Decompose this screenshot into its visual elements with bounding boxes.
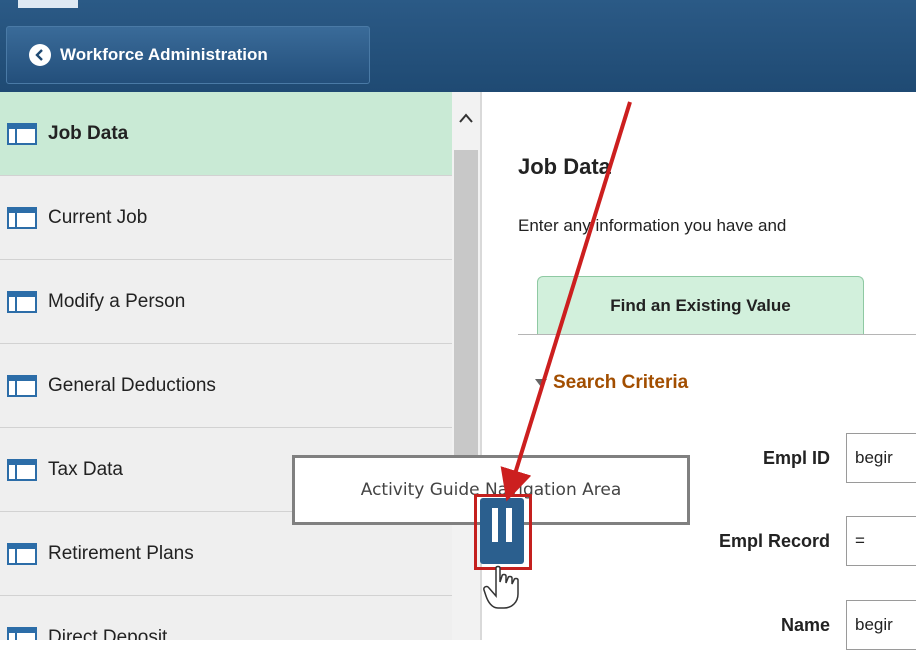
- page-icon: [7, 290, 37, 313]
- page-title: Job Data: [518, 154, 611, 179]
- page-icon: [7, 542, 37, 565]
- name-input[interactable]: [846, 600, 916, 650]
- page-icon: [7, 458, 37, 481]
- activity-guide-navigation: Job Data Current Job Modify a Person Gen…: [0, 92, 482, 640]
- highlight-box: [474, 494, 532, 570]
- nav-item-label: Job Data: [48, 122, 129, 144]
- triangle-down-icon: [535, 379, 547, 387]
- empl-record-input[interactable]: [846, 516, 916, 566]
- nav-item-label: Tax Data: [48, 458, 123, 480]
- chevron-left-icon: [29, 44, 51, 66]
- section-label: Search Criteria: [553, 372, 689, 393]
- back-button[interactable]: Workforce Administration: [6, 26, 370, 84]
- tab-divider: [518, 334, 916, 335]
- nav-item-label: Modify a Person: [48, 290, 186, 312]
- nav-item-label: Retirement Plans: [48, 542, 194, 564]
- nav-list: Job Data Current Job Modify a Person Gen…: [0, 92, 452, 640]
- back-button-label: Workforce Administration: [60, 45, 268, 64]
- logo: [0, 0, 110, 10]
- nav-item-job-data[interactable]: Job Data: [0, 92, 452, 176]
- name-label: Name: [780, 615, 830, 635]
- top-header: Workforce Administration: [0, 0, 916, 92]
- nav-item-general-deductions[interactable]: General Deductions: [0, 344, 452, 428]
- chevron-up-icon[interactable]: [452, 112, 480, 136]
- nav-item-modify-a-person[interactable]: Modify a Person: [0, 260, 452, 344]
- main-content: Job Data Enter any information you have …: [484, 92, 916, 650]
- page-icon: [7, 206, 37, 229]
- tab-find-existing-value[interactable]: Find an Existing Value: [537, 276, 864, 334]
- search-criteria-toggle[interactable]: Search Criteria: [535, 372, 688, 394]
- empl-id-input[interactable]: [846, 433, 916, 483]
- empl-id-label: Empl ID: [762, 448, 830, 468]
- nav-item-label: Direct Deposit: [48, 626, 168, 641]
- page-icon: [7, 626, 37, 640]
- nav-item-label: Current Job: [48, 206, 148, 228]
- empl-record-label: Empl Record: [718, 531, 830, 551]
- page-icon: [7, 122, 37, 145]
- instructions-text: Enter any information you have and: [518, 216, 787, 235]
- nav-item-direct-deposit[interactable]: Direct Deposit: [0, 596, 452, 640]
- nav-item-label: General Deductions: [48, 374, 216, 396]
- page-icon: [7, 374, 37, 397]
- nav-item-current-job[interactable]: Current Job: [0, 176, 452, 260]
